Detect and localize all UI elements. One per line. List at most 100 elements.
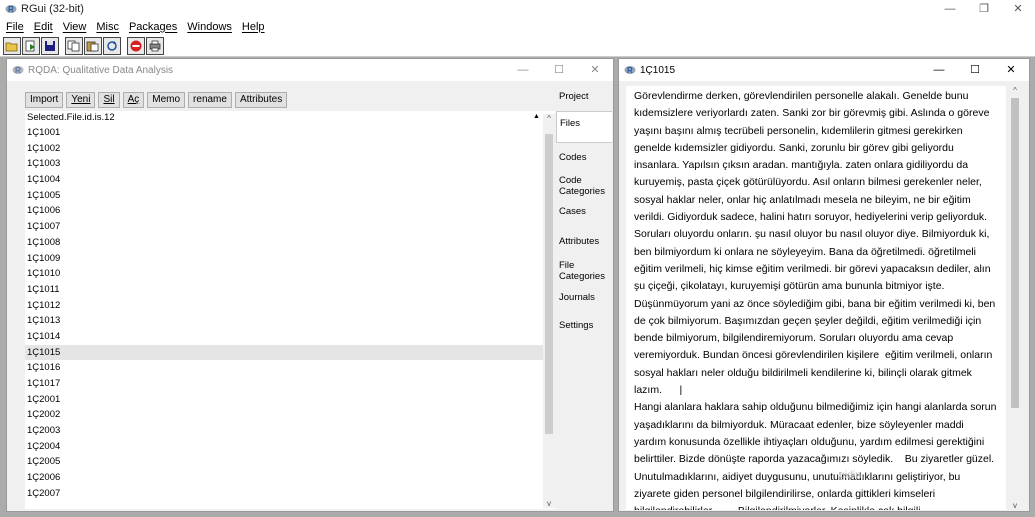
save-icon[interactable] bbox=[41, 36, 59, 55]
tab-code-categories[interactable]: Code Categories bbox=[556, 175, 612, 199]
paste-icon[interactable] bbox=[84, 36, 102, 55]
file-list-item[interactable]: 1Ç1005 bbox=[25, 188, 555, 204]
maximize-button[interactable]: ☐ bbox=[957, 59, 993, 81]
load-workspace-icon[interactable] bbox=[22, 36, 40, 55]
scroll-thumb[interactable] bbox=[545, 134, 553, 434]
scroll-thumb[interactable] bbox=[1011, 98, 1019, 408]
minimize-button[interactable]: — bbox=[921, 59, 957, 81]
svg-text:R: R bbox=[8, 5, 14, 14]
tab-codes[interactable]: Codes bbox=[556, 147, 612, 171]
menu-bar: File Edit View Misc Packages Windows Hel… bbox=[0, 18, 1035, 35]
file-list-item[interactable]: 1Ç1011 bbox=[25, 282, 555, 298]
refresh-icon[interactable] bbox=[103, 36, 121, 55]
file-list-item[interactable]: 1Ç1006 bbox=[25, 203, 555, 219]
tab-journals[interactable]: Journals bbox=[556, 289, 612, 309]
restore-button[interactable]: ❐ bbox=[967, 0, 1001, 18]
file-list-item[interactable]: 1Ç1013 bbox=[25, 313, 555, 329]
file-list-item[interactable]: 1Ç1014 bbox=[25, 329, 555, 345]
tab-file-categories[interactable]: File Categories bbox=[556, 260, 612, 284]
svg-text:R: R bbox=[627, 66, 633, 75]
tab-settings[interactable]: Settings bbox=[556, 317, 612, 337]
document-titlebar[interactable]: R 1Ç1015 — ☐ ✕ bbox=[619, 59, 1029, 81]
menu-help[interactable]: Help bbox=[242, 21, 265, 33]
r-logo-icon: R bbox=[12, 66, 24, 75]
svg-text:R: R bbox=[15, 66, 21, 75]
file-list-item[interactable]: 1Ç1007 bbox=[25, 219, 555, 235]
r-logo-icon: R bbox=[5, 5, 17, 14]
file-list-item[interactable]: 1Ç1004 bbox=[25, 172, 555, 188]
document-paragraph: Hangi alanlara haklara sahip olduğunu bi… bbox=[634, 401, 997, 510]
menu-file[interactable]: File bbox=[6, 21, 24, 33]
file-list-item[interactable]: 1Ç2006 bbox=[25, 470, 555, 486]
scroll-down-icon[interactable]: v bbox=[1008, 501, 1022, 510]
file-list-item[interactable]: 1Ç2004 bbox=[25, 439, 555, 455]
scroll-up-icon[interactable]: ^ bbox=[543, 114, 555, 123]
tab-files[interactable]: Files bbox=[556, 111, 612, 143]
document-scrollbar[interactable]: ^ v bbox=[1008, 86, 1022, 510]
toolbar bbox=[0, 35, 1035, 57]
rqda-tabs: Project Files Codes Code Categories Case… bbox=[556, 83, 613, 511]
file-list-header[interactable]: Selected.File.id.is.12 bbox=[25, 111, 555, 125]
sort-arrow-icon[interactable]: ▲ bbox=[533, 113, 540, 120]
rgui-window-controls: — ❐ ✕ bbox=[933, 0, 1035, 18]
file-list[interactable]: Selected.File.id.is.12 ▲ 1Ç1001 1Ç1002 1Ç1… bbox=[25, 111, 555, 509]
copy-icon[interactable] bbox=[65, 36, 83, 55]
maximize-button[interactable]: ☐ bbox=[541, 59, 577, 81]
minimize-button[interactable]: — bbox=[505, 59, 541, 81]
menu-windows[interactable]: Windows bbox=[187, 21, 232, 33]
menu-packages[interactable]: Packages bbox=[129, 21, 177, 33]
file-list-item[interactable]: 1Ç2007 bbox=[25, 486, 555, 502]
memo-button[interactable]: Memo bbox=[147, 92, 186, 108]
document-window: R 1Ç1015 — ☐ ✕ Görevlendirme derken, gör… bbox=[618, 58, 1030, 512]
rename-button[interactable]: rename bbox=[188, 92, 232, 108]
file-list-item[interactable]: 1Ç1015 bbox=[25, 344, 555, 361]
menu-view[interactable]: View bbox=[63, 21, 87, 33]
file-list-item[interactable]: 1Ç2001 bbox=[25, 392, 555, 408]
file-list-item[interactable]: 1Ç1012 bbox=[25, 298, 555, 314]
activation-watermark: gidin. bbox=[839, 469, 865, 481]
menu-misc[interactable]: Misc bbox=[96, 21, 119, 33]
scroll-up-icon[interactable]: ^ bbox=[1008, 86, 1022, 95]
r-logo-icon: R bbox=[624, 66, 636, 75]
file-list-item[interactable]: 1Ç1003 bbox=[25, 156, 555, 172]
document-window-controls: — ☐ ✕ bbox=[921, 59, 1029, 81]
open-button[interactable]: Aç bbox=[122, 92, 145, 108]
print-icon[interactable] bbox=[146, 36, 164, 55]
close-button[interactable]: ✕ bbox=[1001, 0, 1035, 18]
file-list-item[interactable]: 1Ç1002 bbox=[25, 141, 555, 157]
tab-project[interactable]: Project bbox=[556, 87, 612, 107]
file-list-scrollbar[interactable]: ^ v bbox=[543, 114, 555, 508]
file-list-item[interactable]: 1Ç1016 bbox=[25, 360, 555, 376]
rgui-titlebar[interactable]: R RGui (32-bit) — ❐ ✕ bbox=[0, 0, 1035, 18]
close-button[interactable]: ✕ bbox=[993, 59, 1029, 81]
rgui-title: RGui (32-bit) bbox=[21, 3, 84, 15]
minimize-button[interactable]: — bbox=[933, 0, 967, 18]
file-list-item[interactable]: 1Ç1017 bbox=[25, 376, 555, 392]
attributes-button[interactable]: Attributes bbox=[234, 92, 288, 108]
rqda-window: R RQDA: Qualitative Data Analysis — ☐ ✕ … bbox=[6, 58, 614, 512]
file-list-item[interactable]: 1Ç1001 bbox=[25, 125, 555, 141]
scroll-down-icon[interactable]: v bbox=[543, 499, 555, 508]
file-list-item[interactable]: 1Ç1008 bbox=[25, 235, 555, 251]
file-list-item[interactable]: 1Ç2002 bbox=[25, 407, 555, 423]
document-paragraph: Görevlendirme derken, görevlendirilen pe… bbox=[634, 90, 999, 397]
document-text-area[interactable]: Görevlendirme derken, görevlendirilen pe… bbox=[626, 86, 1006, 510]
file-list-item[interactable]: 1Ç1009 bbox=[25, 251, 555, 267]
stop-icon[interactable] bbox=[127, 36, 145, 55]
file-list-item[interactable]: 1Ç2005 bbox=[25, 454, 555, 470]
rqda-title: RQDA: Qualitative Data Analysis bbox=[28, 64, 174, 76]
file-list-item[interactable]: 1Ç1010 bbox=[25, 266, 555, 282]
open-script-icon[interactable] bbox=[3, 36, 21, 55]
document-title: 1Ç1015 bbox=[640, 64, 676, 76]
file-action-buttons: Import Yeni Sil Aç Memo rename Attribute… bbox=[25, 92, 290, 108]
close-button[interactable]: ✕ bbox=[577, 59, 613, 81]
file-list-item[interactable]: 1Ç2003 bbox=[25, 423, 555, 439]
tab-cases[interactable]: Cases bbox=[556, 203, 612, 223]
rqda-titlebar[interactable]: R RQDA: Qualitative Data Analysis — ☐ ✕ bbox=[7, 59, 613, 81]
delete-button[interactable]: Sil bbox=[98, 92, 120, 108]
menu-edit[interactable]: Edit bbox=[34, 21, 53, 33]
tab-attributes[interactable]: Attributes bbox=[556, 233, 612, 257]
import-button[interactable]: Import bbox=[25, 92, 64, 108]
rgui-window: R RGui (32-bit) — ❐ ✕ File Edit View Mis… bbox=[0, 0, 1035, 517]
new-button[interactable]: Yeni bbox=[66, 92, 96, 108]
